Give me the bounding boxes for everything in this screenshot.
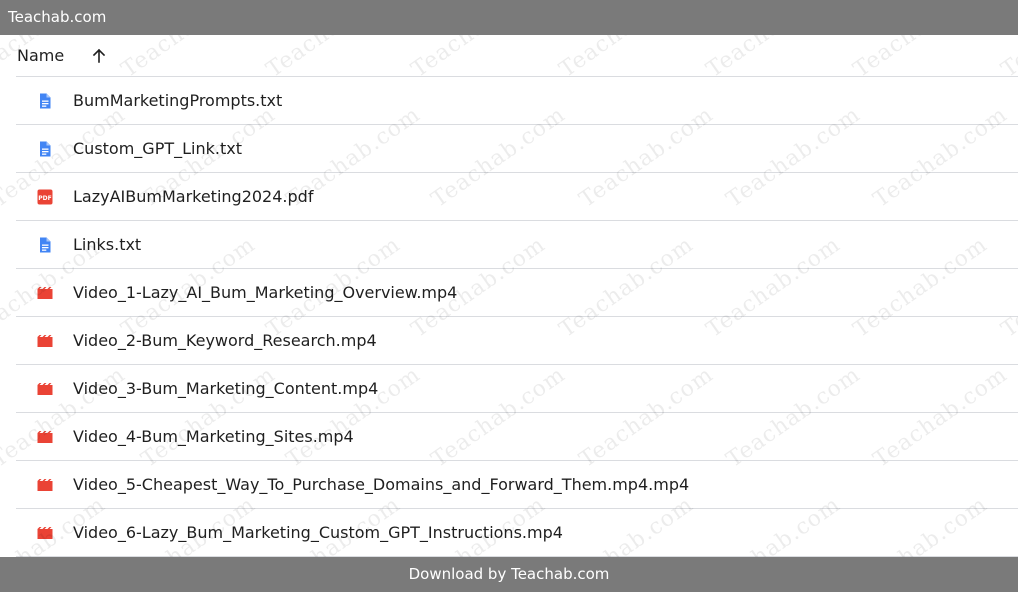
file-row[interactable]: Video_5-Cheapest_Way_To_Purchase_Domains… [16,461,1018,509]
file-name[interactable]: Video_5-Cheapest_Way_To_Purchase_Domains… [73,475,689,494]
video-icon [36,332,54,350]
arrow-up-icon[interactable] [91,48,107,64]
file-row[interactable]: BumMarketingPrompts.txt [16,77,1018,125]
video-icon [36,284,54,302]
file-name[interactable]: LazyAIBumMarketing2024.pdf [73,187,313,206]
file-name[interactable]: Custom_GPT_Link.txt [73,139,242,158]
file-row[interactable]: Video_1-Lazy_AI_Bum_Marketing_Overview.m… [16,269,1018,317]
video-icon [36,380,54,398]
download-credit: Download by Teachab.com [408,565,610,583]
file-name[interactable]: Video_6-Lazy_Bum_Marketing_Custom_GPT_In… [73,523,563,542]
file-row[interactable]: Video_3-Bum_Marketing_Content.mp4 [16,365,1018,413]
file-row[interactable]: PDF LazyAIBumMarketing2024.pdf [16,173,1018,221]
file-row[interactable]: Video_4-Bum_Marketing_Sites.mp4 [16,413,1018,461]
pdf-icon: PDF [36,188,54,206]
top-banner: Teachab.com [0,0,1018,35]
file-row[interactable]: Video_2-Bum_Keyword_Research.mp4 [16,317,1018,365]
video-icon [36,428,54,446]
file-name[interactable]: Video_4-Bum_Marketing_Sites.mp4 [73,427,354,446]
list-header: Name [16,35,1018,77]
bottom-banner: Download by Teachab.com [0,557,1018,592]
file-name[interactable]: Video_3-Bum_Marketing_Content.mp4 [73,379,378,398]
file-row[interactable]: Video_6-Lazy_Bum_Marketing_Custom_GPT_In… [16,509,1018,557]
banner-title: Teachab.com [8,8,107,26]
file-name[interactable]: BumMarketingPrompts.txt [73,91,282,110]
file-list: Name BumMarketingPrompts.txt Custom_GPT_L… [16,35,1018,557]
file-name[interactable]: Links.txt [73,235,141,254]
doc-icon [36,236,54,254]
svg-text:PDF: PDF [38,195,51,202]
page: Teachab.com Name BumMarketingPrompts.txt… [0,0,1018,592]
file-row[interactable]: Links.txt [16,221,1018,269]
video-icon [36,524,54,542]
file-rows: BumMarketingPrompts.txt Custom_GPT_Link.t… [16,77,1018,557]
doc-icon [36,92,54,110]
name-column-header[interactable]: Name [17,46,64,65]
file-name[interactable]: Video_1-Lazy_AI_Bum_Marketing_Overview.m… [73,283,457,302]
file-row[interactable]: Custom_GPT_Link.txt [16,125,1018,173]
file-name[interactable]: Video_2-Bum_Keyword_Research.mp4 [73,331,377,350]
video-icon [36,476,54,494]
doc-icon [36,140,54,158]
